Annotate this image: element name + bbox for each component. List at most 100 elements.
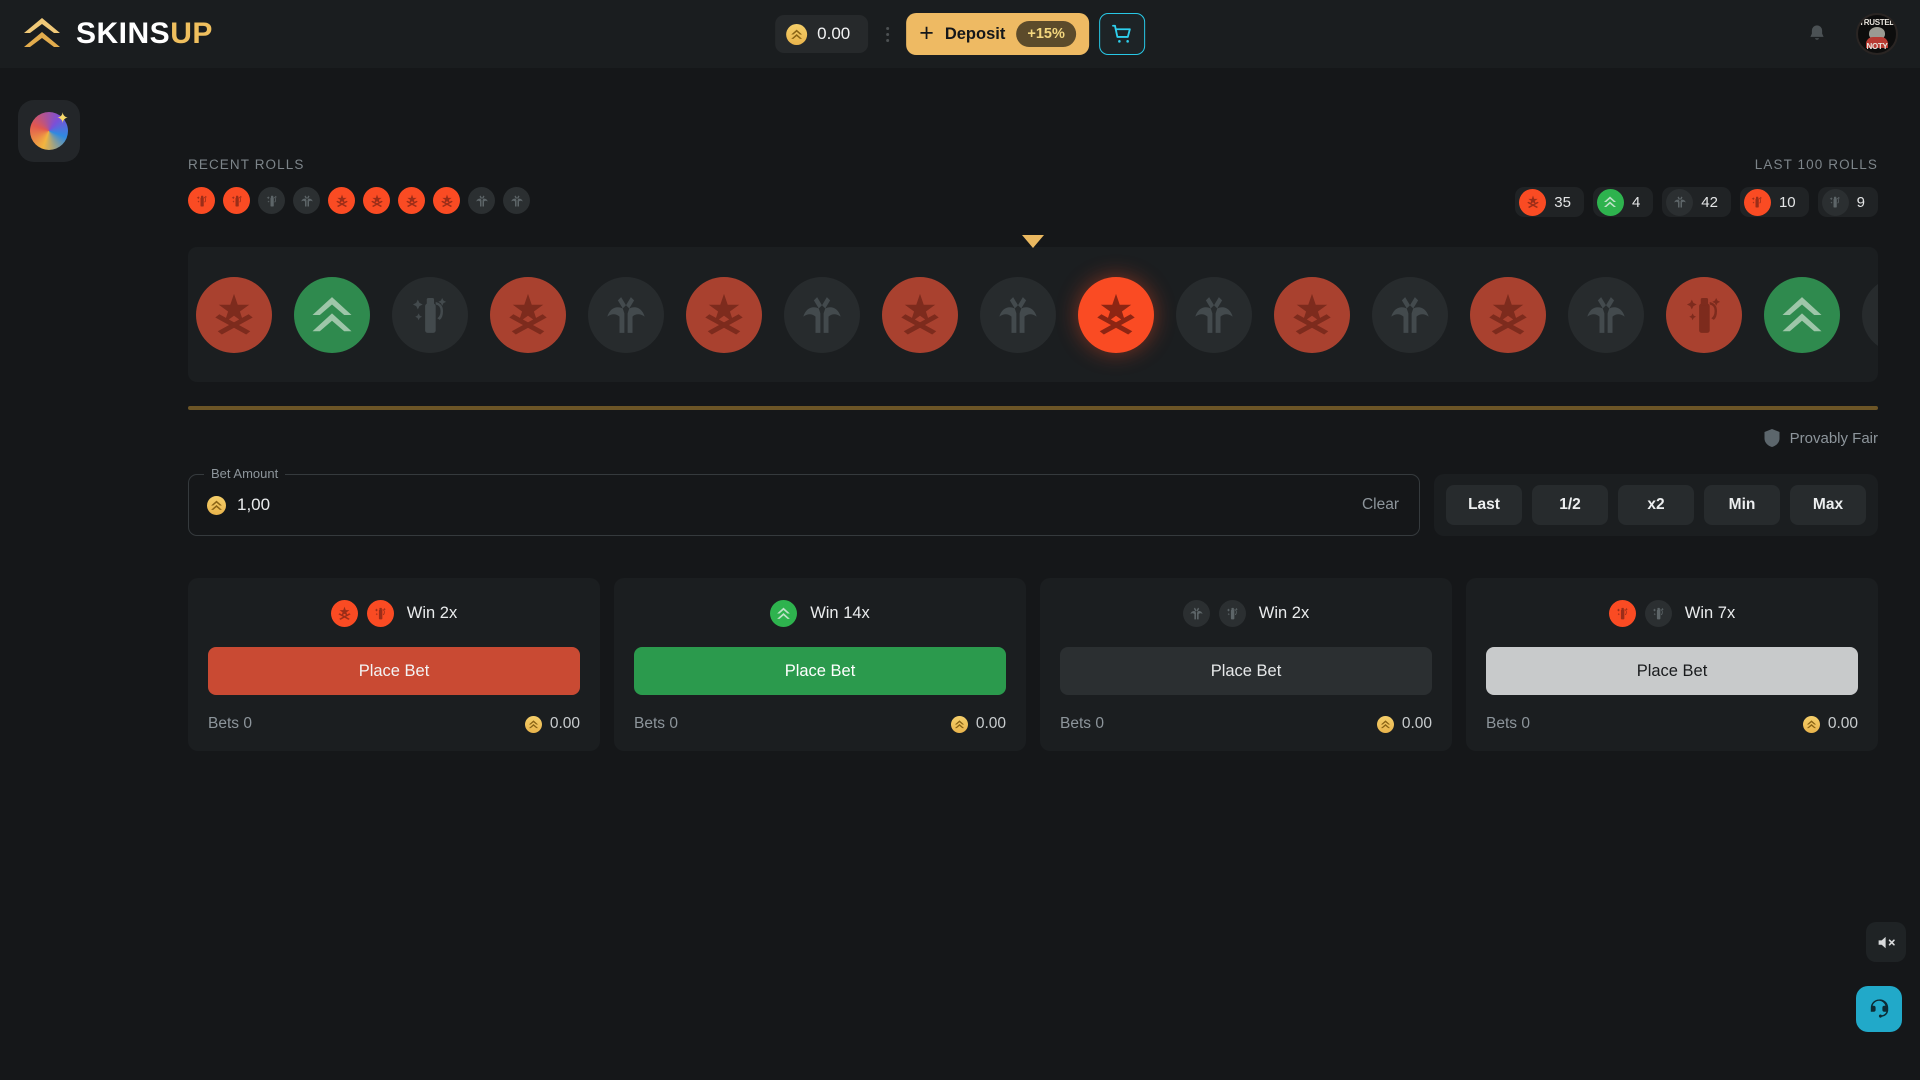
t-icon (901, 293, 939, 334)
games-orb-button[interactable] (18, 100, 80, 162)
roller-slot (1274, 276, 1350, 353)
recent-roll-item (293, 187, 320, 214)
double-chevron-icon (24, 18, 60, 47)
main-area: RECENT ROLLS LAST 100 ROLLS 35 4 42 10 9 Pro… (0, 68, 1920, 751)
recent-roll-item (223, 187, 250, 214)
ct-icon (1587, 296, 1625, 333)
ct-icon (1190, 607, 1203, 620)
place-bet-button[interactable]: Place Bet (208, 647, 580, 695)
bets-amount-value: 0.00 (975, 715, 1006, 732)
provably-fair-button[interactable]: Provably Fair (1763, 428, 1878, 448)
recent-roll-item (503, 187, 530, 214)
bet-option-icon (330, 600, 358, 627)
t-icon (1489, 293, 1527, 334)
round-progress-bar (188, 406, 1878, 410)
ct-icon (1674, 196, 1686, 208)
header-right-cluster: TRUSTED NOTY (1806, 13, 1898, 55)
recent-roll-item (468, 187, 495, 214)
recent-roll-item (328, 187, 355, 214)
roller-slot (490, 276, 566, 353)
ct-icon (300, 195, 313, 206)
recent-roll-item (188, 187, 215, 214)
quick-amount-max[interactable]: Max (1790, 485, 1866, 525)
cart-button[interactable] (1098, 13, 1145, 55)
roll-stat-icon (1743, 188, 1771, 216)
roller-slot (686, 276, 762, 353)
roller-wrapper (188, 235, 1878, 382)
balance-display[interactable]: 0.00 (775, 15, 869, 53)
place-bet-button[interactable]: Place Bet (634, 647, 1006, 695)
roll-stat-icon (1596, 188, 1624, 216)
fair-row: Provably Fair (188, 428, 1878, 448)
bets-count: Bets 0 (634, 715, 678, 732)
more-vertical-icon[interactable] (878, 15, 896, 53)
notifications-button[interactable] (1806, 23, 1828, 45)
bet-option-icon (770, 600, 798, 627)
roll-stat-icon (1519, 188, 1547, 216)
t-icon (338, 606, 351, 620)
quick-amount-min[interactable]: Min (1704, 485, 1780, 525)
mute-toggle-button[interactable] (1866, 922, 1906, 962)
round-progress-fill (188, 406, 1878, 410)
bets-amount-value: 0.00 (1827, 715, 1858, 732)
selection-pointer-icon (1022, 235, 1044, 248)
bets-count: Bets 0 (1486, 715, 1530, 732)
recent-roll-item (433, 187, 460, 214)
coin-chevron-icon (1802, 715, 1820, 733)
brand-name-primary: SKINS (76, 17, 171, 50)
bet-card: Win 14x Place Bet Bets 0 0.00 (614, 578, 1026, 751)
place-bet-button[interactable]: Place Bet (1486, 647, 1858, 695)
bet-amount-row: Bet Amount 1,00 Clear Last 1/2 x2 Min Max (188, 466, 1878, 536)
coin-chevron-icon (524, 715, 542, 733)
t-icon (1097, 293, 1135, 334)
bomb-icon (1829, 196, 1841, 208)
bet-multiplier: Win 14x (810, 604, 870, 622)
support-chat-button[interactable] (1856, 986, 1902, 1032)
ct-icon (475, 195, 488, 206)
header-center-cluster: 0.00 + Deposit +15% (775, 0, 1145, 68)
bomb-icon (1226, 607, 1238, 620)
brand-name: SKINSUP (76, 17, 213, 51)
roller-slot (294, 276, 370, 353)
quick-amount-last[interactable]: Last (1446, 485, 1522, 525)
bet-card: Win 7x Place Bet Bets 0 0.00 (1466, 578, 1878, 751)
t-icon (705, 293, 743, 334)
t-icon (1293, 293, 1331, 334)
quick-amount-1-2[interactable]: 1/2 (1532, 485, 1608, 525)
t-icon (215, 293, 253, 334)
games-orb-icon (30, 109, 69, 150)
balance-value: 0.00 (817, 24, 851, 43)
bomb-icon (1652, 607, 1664, 620)
bet-multiplier: Win 7x (1684, 604, 1736, 622)
last-100-rolls-label: LAST 100 ROLLS (1754, 157, 1878, 172)
bomb-icon (1616, 607, 1628, 620)
roll-stat-count: 4 (1631, 193, 1641, 211)
bets-amount-value: 0.00 (1401, 715, 1432, 732)
bet-card: Win 2x Place Bet Bets 0 0.00 (1040, 578, 1452, 751)
left-rail (18, 100, 80, 162)
bet-option-icon (366, 600, 394, 627)
t-icon (370, 194, 383, 207)
bet-amount-field[interactable]: Bet Amount 1,00 Clear (188, 466, 1420, 536)
roller-slot (882, 276, 958, 353)
place-bet-button[interactable]: Place Bet (1060, 647, 1432, 695)
bet-amount-input[interactable]: 1,00 (237, 495, 270, 515)
bet-option-icon (1608, 600, 1636, 627)
user-avatar[interactable]: TRUSTED NOTY (1856, 13, 1898, 55)
roller-slot (784, 276, 860, 353)
bet-amount-legend: Bet Amount (204, 466, 286, 481)
roll-stat-icon (1821, 188, 1849, 216)
ct-icon (803, 296, 841, 333)
brand-logo[interactable]: SKINSUP (22, 14, 213, 54)
roll-stat: 4 (1592, 187, 1654, 217)
quick-amount-x2[interactable]: x2 (1618, 485, 1694, 525)
quick-amount-group: Last 1/2 x2 Min Max (1434, 474, 1878, 536)
speaker-muted-icon (1878, 936, 1895, 948)
deposit-button[interactable]: + Deposit +15% (906, 13, 1089, 55)
clear-bet-button[interactable]: Clear (1362, 496, 1399, 514)
roller-strip[interactable] (188, 247, 1878, 382)
bet-card-footer: Bets 0 0.00 (1060, 715, 1432, 733)
bomb-icon (1752, 196, 1763, 208)
coin-chevron-icon (786, 23, 808, 45)
bet-card-header: Win 2x (1060, 600, 1432, 627)
